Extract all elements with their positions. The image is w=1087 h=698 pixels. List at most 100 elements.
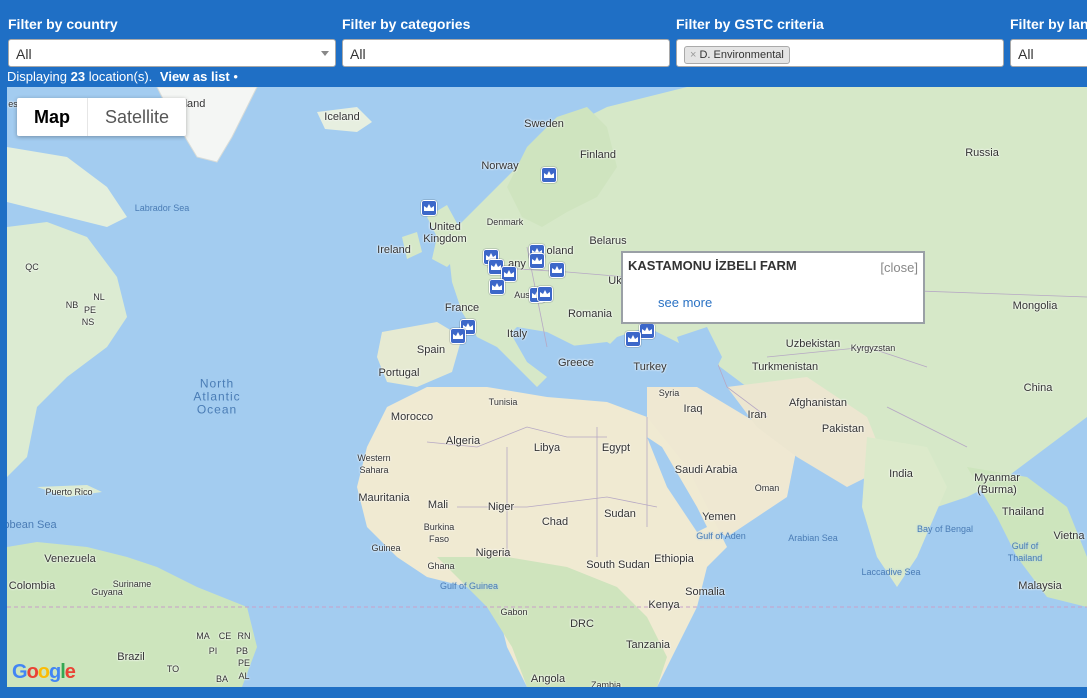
- label-afghanistan: Afghanistan: [788, 397, 848, 409]
- label-denmark: Denmark: [486, 217, 524, 227]
- location-marker[interactable]: [549, 262, 565, 278]
- label-austria: Aus: [514, 290, 530, 300]
- label-turkey: Turkey: [633, 361, 667, 373]
- label-south-sudan: South Sudan: [586, 559, 650, 571]
- label-mongolia: Mongolia: [1012, 300, 1058, 312]
- label-chad: Chad: [541, 516, 569, 528]
- location-marker[interactable]: [529, 253, 545, 269]
- label-rn: RN: [237, 631, 251, 641]
- landscape-input[interactable]: All: [1010, 39, 1087, 67]
- label-north-atlantic: North Atlantic Ocean: [193, 376, 240, 417]
- label-qc: QC: [25, 262, 39, 272]
- label-poland: oland: [546, 245, 574, 257]
- location-marker[interactable]: [639, 323, 655, 339]
- label-mali: Mali: [427, 499, 449, 511]
- label-france: France: [444, 302, 480, 314]
- location-marker[interactable]: [537, 286, 553, 302]
- label-portugal: Portugal: [378, 367, 420, 379]
- label-ma: MA: [196, 631, 210, 641]
- label-ba: BA: [215, 674, 229, 684]
- label-north-atlantic-line1: North: [199, 376, 235, 391]
- location-marker[interactable]: [489, 279, 505, 295]
- label-belarus: Belarus: [589, 235, 627, 247]
- location-marker[interactable]: [450, 328, 466, 344]
- country-select[interactable]: All: [8, 39, 336, 67]
- label-guinea: Guinea: [371, 543, 401, 553]
- location-marker[interactable]: [541, 167, 557, 183]
- label-myanmar-line2: (Burma): [977, 484, 1017, 496]
- label-nb: NB: [65, 300, 79, 310]
- label-brazil: Brazil: [117, 651, 145, 663]
- label-western-sahara: Western Sahara: [357, 452, 390, 476]
- label-al: AL: [238, 671, 250, 681]
- label-caribbean-sea: bbean Sea: [7, 519, 57, 531]
- location-marker[interactable]: [625, 331, 641, 347]
- label-spain: Spain: [416, 344, 446, 356]
- gstc-input[interactable]: × D. Environmental: [676, 39, 1004, 67]
- filter-gstc-label: Filter by GSTC criteria: [676, 16, 824, 32]
- crown-icon: [540, 290, 550, 297]
- label-vietnam: Vietna: [1053, 530, 1085, 542]
- label-laccadive-sea: Laccadive Sea: [861, 567, 921, 577]
- label-oman: Oman: [754, 483, 780, 493]
- label-niger: Niger: [487, 501, 515, 513]
- crown-icon: [492, 283, 502, 290]
- status-prefix: Displaying: [7, 69, 67, 84]
- label-myanmar: Myanmar (Burma): [974, 472, 1020, 496]
- label-western-sahara-line2: Sahara: [359, 465, 389, 475]
- label-western-sahara-line1: Western: [357, 453, 391, 463]
- label-bay-of-bengal: Bay of Bengal: [916, 524, 974, 534]
- label-kyrgyzstan: Kyrgyzstan: [850, 343, 896, 353]
- chip-remove-icon[interactable]: ×: [690, 49, 696, 61]
- label-ghana: Ghana: [427, 561, 455, 571]
- label-to: TO: [166, 664, 180, 674]
- label-greenland: land: [184, 98, 206, 110]
- label-guyana: Guyana: [91, 587, 123, 597]
- label-burkina-faso-line2: Faso: [428, 534, 450, 544]
- label-romania: Romania: [567, 308, 613, 320]
- label-russia: Russia: [965, 147, 999, 159]
- label-tanzania: Tanzania: [625, 639, 671, 651]
- landscape-input-value: All: [1018, 46, 1034, 62]
- crown-icon: [453, 332, 463, 339]
- map-type-map-button[interactable]: Map: [17, 98, 87, 136]
- label-ukraine: Uk: [608, 275, 622, 287]
- see-more-link[interactable]: see more: [658, 295, 712, 310]
- label-gulf-of-thailand-line2: Thailand: [1007, 553, 1043, 563]
- categories-input[interactable]: All: [342, 39, 670, 67]
- location-marker[interactable]: [421, 200, 437, 216]
- popup-close-button[interactable]: [close]: [880, 260, 918, 275]
- label-labrador-sea: Labrador Sea: [134, 203, 190, 213]
- label-nl: NL: [93, 292, 105, 302]
- label-syria: Syria: [658, 388, 680, 398]
- label-finland: Finland: [579, 149, 617, 161]
- filter-bar: Filter by country All Filter by categori…: [0, 0, 1087, 70]
- label-angola: Angola: [530, 673, 566, 685]
- filter-country-label: Filter by country: [8, 16, 118, 32]
- label-pakistan: Pakistan: [821, 423, 865, 435]
- label-puerto-rico: Puerto Rico: [45, 487, 93, 497]
- chevron-down-icon: [321, 51, 329, 56]
- label-algeria: Algeria: [445, 435, 481, 447]
- label-burkina-faso: Burkina Faso: [424, 521, 455, 545]
- label-iran: Iran: [747, 409, 767, 421]
- label-gulf-of-thailand-line1: Gulf of: [1011, 541, 1039, 551]
- crown-icon: [532, 257, 542, 264]
- view-as-list-link[interactable]: View as list: [160, 69, 230, 84]
- label-yemen: Yemen: [702, 511, 736, 523]
- label-egypt: Egypt: [601, 442, 631, 454]
- results-status: Displaying 23 location(s). View as list …: [7, 69, 238, 84]
- label-india: India: [889, 468, 913, 480]
- label-tunisia: Tunisia: [488, 397, 518, 407]
- label-turkmenistan: Turkmenistan: [751, 361, 819, 373]
- crown-icon: [544, 171, 554, 178]
- label-drc: DRC: [570, 618, 594, 630]
- map-type-satellite-button[interactable]: Satellite: [88, 98, 186, 136]
- map-canvas[interactable]: land Iceland Sweden Finland Russia Norwa…: [7, 87, 1087, 687]
- crown-icon: [424, 204, 434, 211]
- label-gulf-of-guinea: Gulf of Guinea: [439, 581, 499, 591]
- label-pi: PI: [208, 646, 218, 656]
- gstc-chip: × D. Environmental: [684, 46, 790, 64]
- label-china: China: [1023, 382, 1053, 394]
- label-libya: Libya: [533, 442, 561, 454]
